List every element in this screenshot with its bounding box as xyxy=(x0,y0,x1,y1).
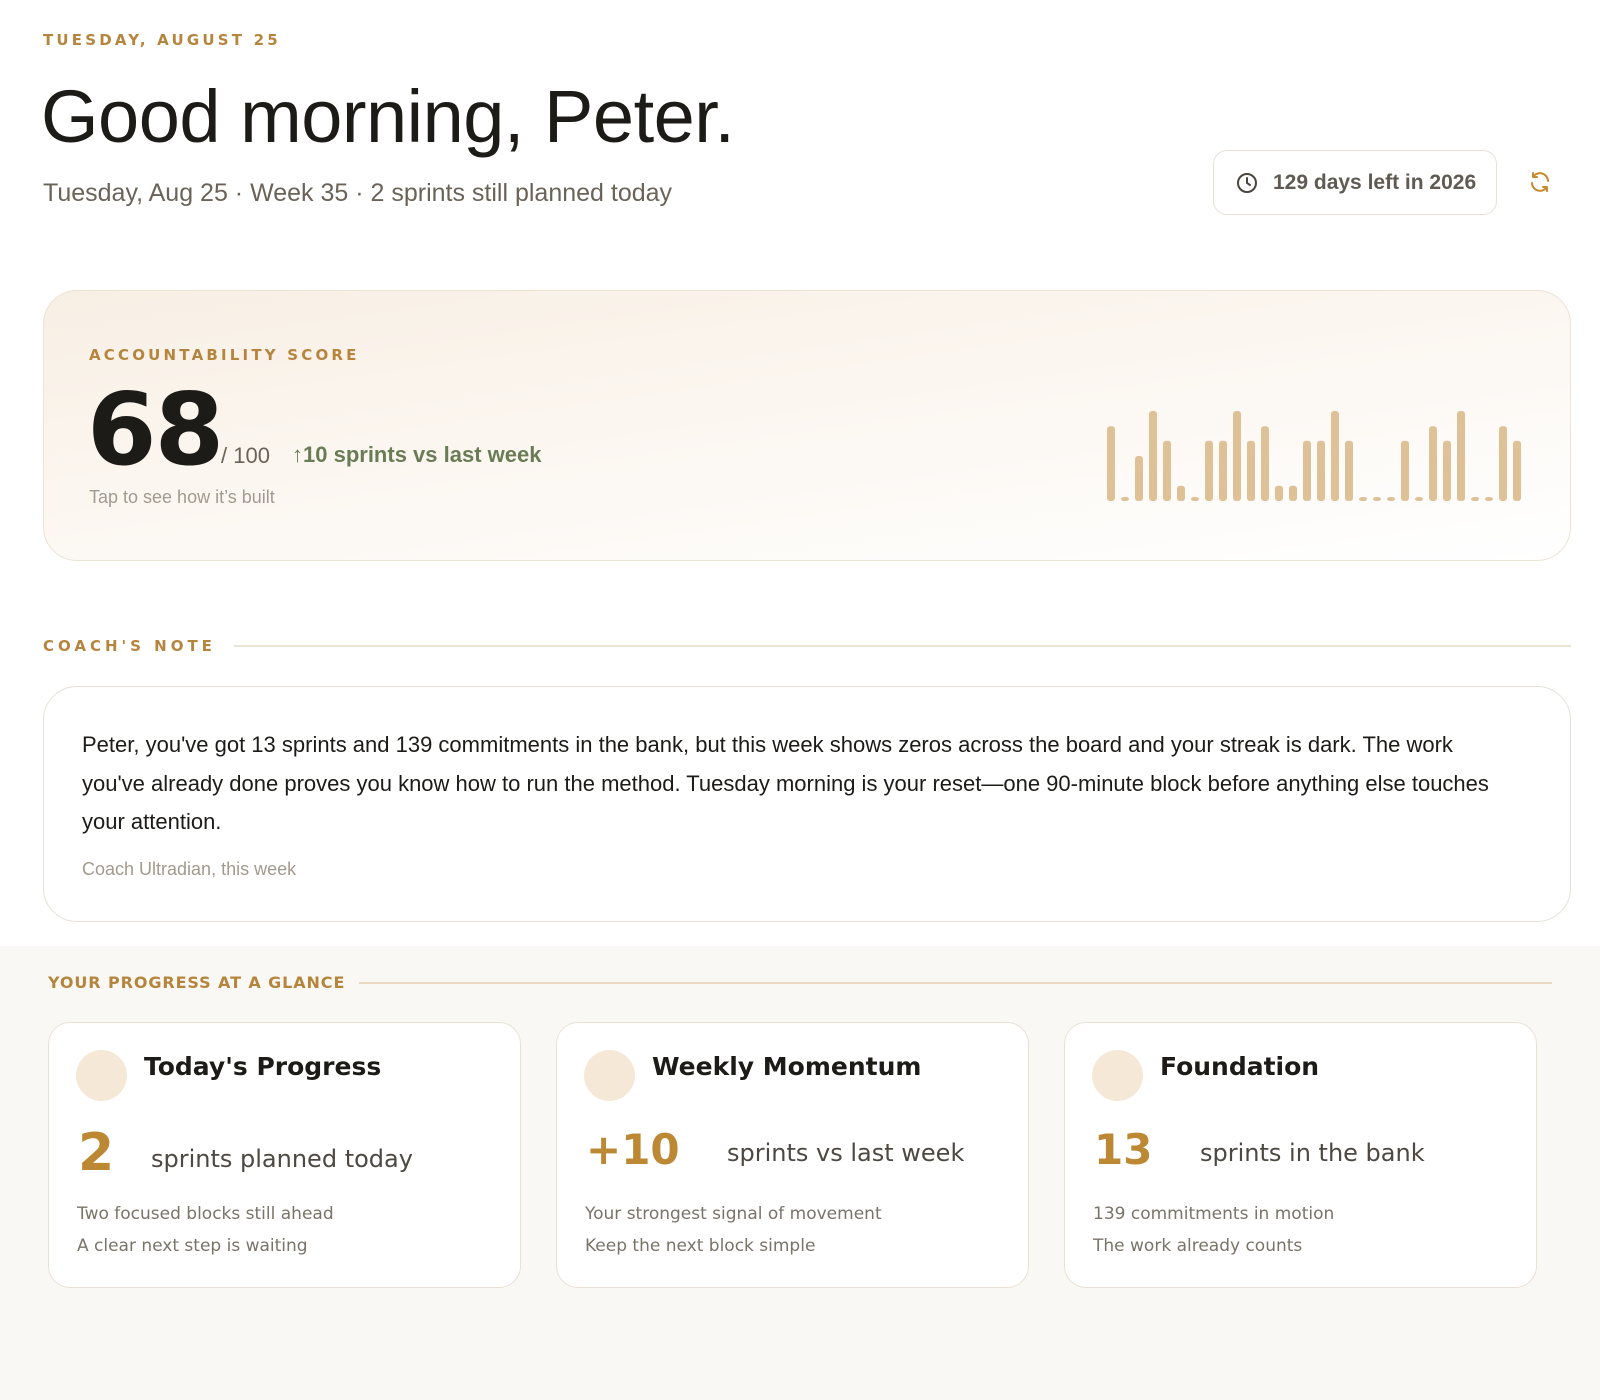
sparkline-bar xyxy=(1429,426,1437,501)
card-value: +10 xyxy=(586,1125,680,1174)
sparkline-bar xyxy=(1121,497,1129,501)
greeting-heading: Good morning, Peter. xyxy=(41,75,735,158)
sparkline-bar xyxy=(1275,485,1283,501)
card-unit: sprints in the bank xyxy=(1200,1139,1425,1167)
sparkline-bar xyxy=(1149,411,1157,501)
sparkline-bar xyxy=(1513,440,1521,501)
dateline: TUESDAY, AUGUST 25 xyxy=(43,31,281,49)
card-line-1: Two focused blocks still ahead xyxy=(77,1204,334,1224)
glance-divider xyxy=(359,981,1552,984)
score-sparkline xyxy=(1107,411,1521,501)
sparkline-bar xyxy=(1163,440,1171,501)
sparkline-bar xyxy=(1219,440,1227,501)
score-delta: ↑10 sprints vs last week xyxy=(292,442,542,467)
score-label: ACCOUNTABILITY SCORE xyxy=(89,346,360,364)
sparkline-bar xyxy=(1457,411,1465,501)
dashboard-top: TUESDAY, AUGUST 25 Good morning, Peter. … xyxy=(41,0,1571,940)
glance-header: YOUR PROGRESS AT A GLANCE xyxy=(48,973,1552,992)
progress-section: YOUR PROGRESS AT A GLANCE Today's Progre… xyxy=(0,946,1600,1400)
sparkline-bar xyxy=(1415,497,1423,501)
coach-note-text: Peter, you've got 13 sprints and 139 com… xyxy=(82,732,1489,834)
sparkline-bar xyxy=(1359,497,1367,501)
sparkline-bar xyxy=(1401,440,1409,501)
days-left-pill: 129 days left in 2026 xyxy=(1213,150,1497,215)
sparkline-bar xyxy=(1345,440,1353,501)
clock-icon xyxy=(1237,172,1257,193)
coach-note-divider xyxy=(233,645,1571,647)
coach-note-card: Peter, you've got 13 sprints and 139 com… xyxy=(43,686,1571,922)
card-title: Today's Progress xyxy=(144,1052,382,1081)
sparkline-bar xyxy=(1303,440,1311,501)
sparkline-bar xyxy=(1177,485,1185,501)
card-unit: sprints vs last week xyxy=(727,1139,965,1167)
sparkline-bar xyxy=(1289,485,1297,501)
weekly-momentum-card[interactable]: Weekly Momentum +10 sprints vs last week… xyxy=(556,1022,1029,1288)
sparkline-bar xyxy=(1261,426,1269,501)
sparkline-bar xyxy=(1443,440,1451,501)
coach-note-header: COACH'S NOTE xyxy=(43,637,1571,655)
card-icon-badge xyxy=(584,1050,635,1101)
card-line-2: Keep the next block simple xyxy=(585,1236,816,1256)
accountability-score-card[interactable]: ACCOUNTABILITY SCORE 68 / 100 ↑10 sprint… xyxy=(43,290,1571,561)
card-unit: sprints planned today xyxy=(151,1145,413,1173)
card-line-1: Your strongest signal of movement xyxy=(585,1204,882,1224)
sparkline-bar xyxy=(1471,497,1479,501)
card-icon-badge xyxy=(1092,1050,1143,1101)
sparkline-bar xyxy=(1233,411,1241,501)
greeting-subline: Tuesday, Aug 25 · Week 35 · 2 sprints st… xyxy=(43,179,673,207)
card-line-2: A clear next step is waiting xyxy=(77,1236,308,1256)
card-title: Weekly Momentum xyxy=(652,1052,922,1081)
days-left-text: 129 days left in 2026 xyxy=(1273,170,1477,194)
sparkline-bar xyxy=(1485,497,1493,501)
todays-progress-card[interactable]: Today's Progress 2 sprints planned today… xyxy=(48,1022,521,1288)
score-hint: Tap to see how it’s built xyxy=(89,487,275,507)
sparkline-bar xyxy=(1317,440,1325,501)
sparkline-bar xyxy=(1205,440,1213,501)
sparkline-bar xyxy=(1191,497,1199,501)
card-line-2: The work already counts xyxy=(1093,1236,1303,1256)
sparkline-bar xyxy=(1247,440,1255,501)
refresh-button[interactable] xyxy=(1525,167,1555,197)
sparkline-bar xyxy=(1135,456,1143,501)
card-value: 2 xyxy=(78,1123,115,1183)
sparkline-bar xyxy=(1331,411,1339,501)
card-icon-badge xyxy=(76,1050,127,1101)
score-value: 68 xyxy=(87,371,224,488)
card-value: 13 xyxy=(1094,1125,1153,1174)
coach-note-signature: Coach Ultradian, this week xyxy=(82,859,297,879)
sparkline-bar xyxy=(1107,426,1115,501)
coach-note-label: COACH'S NOTE xyxy=(43,637,216,655)
card-line-1: 139 commitments in motion xyxy=(1093,1204,1335,1224)
sparkline-bar xyxy=(1373,497,1381,501)
sparkline-bar xyxy=(1387,497,1395,501)
glance-label: YOUR PROGRESS AT A GLANCE xyxy=(48,973,346,992)
card-title: Foundation xyxy=(1160,1052,1320,1081)
foundation-card[interactable]: Foundation 13 sprints in the bank 139 co… xyxy=(1064,1022,1537,1288)
score-max: / 100 xyxy=(221,443,270,468)
refresh-icon xyxy=(1531,172,1549,192)
sparkline-bar xyxy=(1499,426,1507,501)
